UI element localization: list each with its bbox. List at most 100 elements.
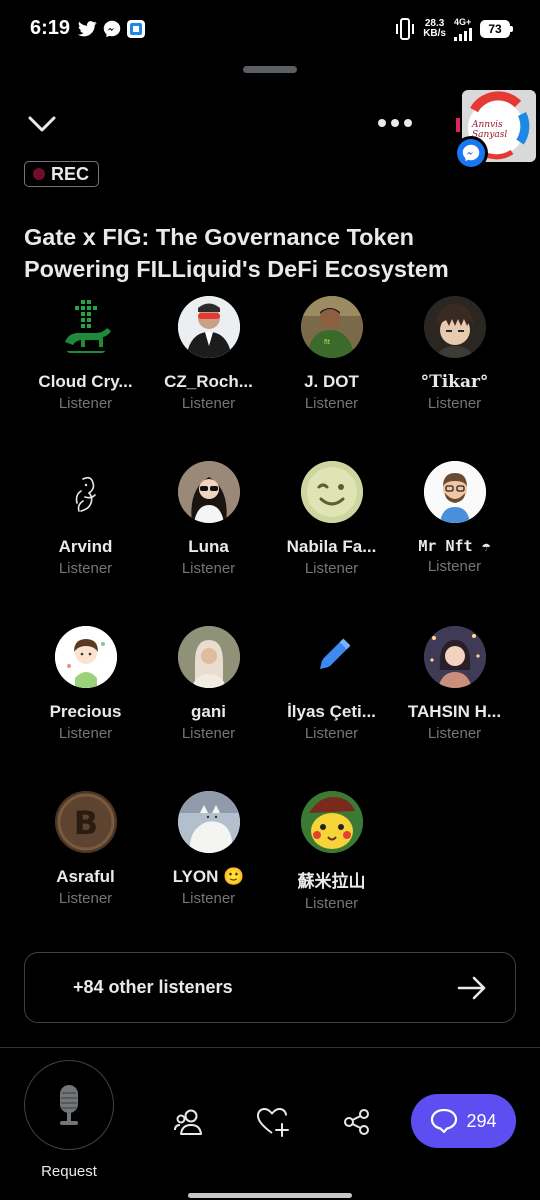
participant-role: Listener [304, 895, 359, 912]
cartoon-girl [54, 626, 117, 688]
avatar [423, 296, 486, 358]
participant[interactable]: fit J. DOT Listener [270, 296, 393, 461]
status-right: 28.3 KB/s 4G+ 73 [395, 17, 513, 41]
sheet-drag-handle[interactable] [243, 66, 297, 73]
participant-name: Mr Nft ☂ [418, 537, 491, 555]
avatar [54, 461, 117, 523]
chat-bubble-icon [431, 1108, 458, 1134]
participant-name: 蘇米拉山 [297, 872, 366, 892]
chat-head-edge [456, 118, 460, 132]
avatar [177, 626, 240, 688]
participant-role: Listener [58, 890, 113, 907]
twitter-icon [78, 19, 97, 38]
participant[interactable]: TAHSIN H... Listener [393, 626, 516, 791]
participant[interactable]: Nabila Fa... Listener [270, 461, 393, 626]
bitcoin-coin: B [54, 791, 117, 853]
participant[interactable]: Cloud Cry... Listener [24, 296, 147, 461]
network-indicator: 4G+ [454, 17, 472, 41]
avatar [54, 626, 117, 688]
share-button[interactable] [337, 1102, 377, 1142]
recording-badge: REC [24, 161, 100, 187]
bottom-divider [0, 1047, 540, 1048]
more-options-button[interactable] [372, 108, 418, 138]
app-icon [126, 19, 145, 38]
participant-name: Nabila Fa... [286, 537, 377, 556]
avatar: fit [300, 296, 363, 358]
cartoon-man-glasses [423, 461, 486, 523]
participant[interactable]: B Asraful Listener [24, 791, 147, 956]
participant[interactable]: 蘇米拉山 Listener [270, 791, 393, 956]
participant-role: Listener [181, 725, 236, 742]
avatar [423, 626, 486, 688]
pikachu [300, 791, 363, 853]
react-button[interactable] [253, 1102, 293, 1142]
green-bull-icon [60, 300, 111, 353]
notification-icons [78, 19, 145, 38]
dot-icon [378, 119, 386, 127]
participant[interactable]: CZ_Roch... Listener [147, 296, 270, 461]
participant-role: Listener [58, 560, 113, 577]
participant[interactable]: Arvind Listener [24, 461, 147, 626]
white-cat [177, 791, 240, 853]
other-listeners-button[interactable]: +84 other listeners [24, 952, 516, 1023]
photo-man-green: fit [300, 296, 363, 358]
network-type: 4G+ [454, 17, 472, 27]
participant-role: Listener [427, 558, 482, 575]
participant-role: Listener [304, 395, 359, 412]
net-speed: 28.3 KB/s [423, 19, 446, 39]
battery-icon: 73 [480, 20, 513, 38]
participant[interactable]: gani Listener [147, 626, 270, 791]
arrow-right-icon [457, 976, 486, 999]
other-listeners-label: +84 other listeners [73, 977, 233, 997]
request-mic-button[interactable] [24, 1060, 114, 1150]
request-label: Request [41, 1163, 97, 1180]
participant[interactable]: Luna Listener [147, 461, 270, 626]
people-icon [174, 1109, 202, 1135]
participant-role: Listener [181, 395, 236, 412]
participant[interactable]: °Tikar° Listener [393, 296, 516, 461]
participant[interactable]: LYON 🙂 Listener [147, 791, 270, 956]
avatar [177, 791, 240, 853]
avatar: B [54, 791, 117, 853]
participant-role: Listener [181, 890, 236, 907]
dot-icon [404, 119, 412, 127]
gesture-nav-bar[interactable] [188, 1193, 352, 1198]
signal-icon [454, 27, 472, 41]
participant[interactable]: İlyas Çeti... Listener [270, 626, 393, 791]
anime-girl-lights [423, 626, 486, 688]
participant-name: Arvind [58, 537, 113, 556]
net-speed-unit: KB/s [423, 28, 446, 39]
participant-name: Cloud Cry... [38, 372, 133, 391]
rec-label: REC [51, 163, 90, 184]
comments-count: 294 [466, 1110, 497, 1131]
people-button[interactable] [169, 1102, 209, 1142]
participant-name: TAHSIN H... [407, 702, 502, 721]
collapse-button[interactable] [24, 106, 60, 142]
dot-icon [391, 119, 399, 127]
avatar [54, 296, 117, 358]
avatar [300, 626, 363, 688]
comments-button[interactable]: 294 [411, 1094, 516, 1148]
participant-name: °Tikar° [420, 372, 489, 392]
participant-name: gani [191, 702, 226, 721]
svg-text:fit: fit [324, 339, 331, 346]
chat-head-text: Annvis Sanyasl [472, 120, 508, 140]
vibrate-icon [396, 18, 415, 40]
participant[interactable]: Mr Nft ☂ Listener [393, 461, 516, 626]
participant-name: Precious [49, 702, 122, 721]
chevron-down-icon [28, 116, 56, 132]
participant-role: Listener [181, 560, 236, 577]
participant-name: Luna [188, 537, 229, 556]
anime-boy [423, 296, 486, 358]
avatar [300, 461, 363, 523]
participant[interactable]: Precious Listener [24, 626, 147, 791]
participant-role: Listener [304, 560, 359, 577]
blue-pen-icon [319, 638, 350, 670]
photo-man-suit [177, 296, 240, 358]
participant-role: Listener [58, 395, 113, 412]
participant-role: Listener [58, 725, 113, 742]
line-art-hand [75, 476, 96, 512]
participants-grid: Cloud Cry... Listener CZ_Roch... Listene… [24, 296, 516, 956]
status-bar: 6:19 28.3 KB/s 4G+ 73 [0, 0, 540, 60]
heart-plus-icon [257, 1108, 289, 1137]
